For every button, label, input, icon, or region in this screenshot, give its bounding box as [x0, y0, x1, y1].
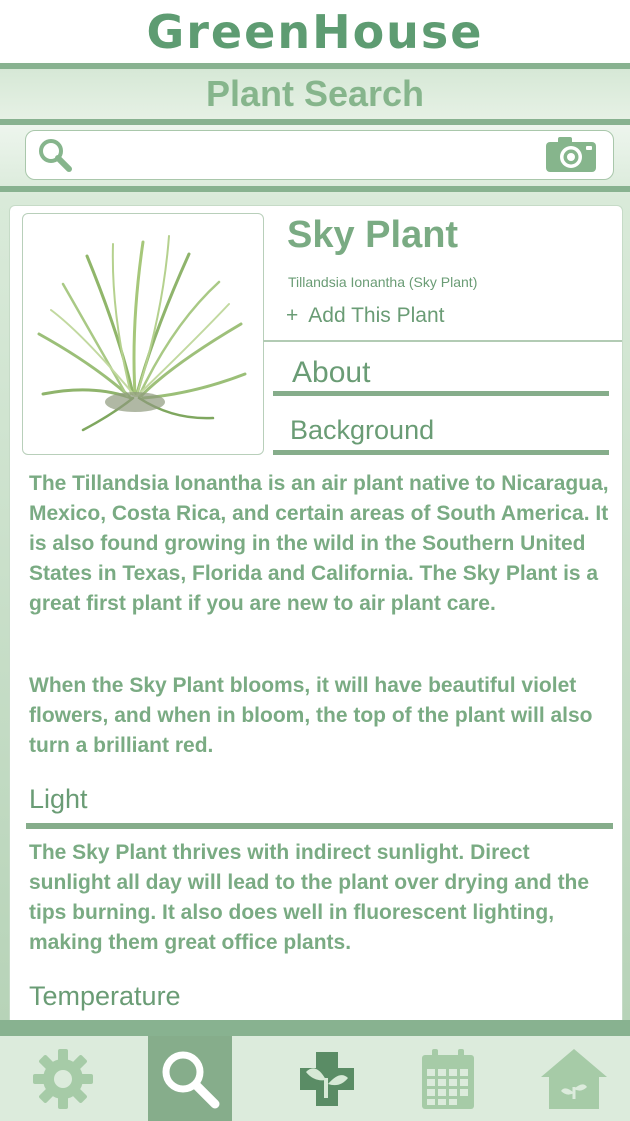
- section-light[interactable]: Light: [29, 784, 88, 815]
- title-band: Plant Search: [0, 69, 630, 119]
- plant-image: [22, 213, 264, 455]
- section-about[interactable]: About: [292, 356, 370, 390]
- tab-settings[interactable]: [0, 1036, 126, 1121]
- search-bar: [25, 130, 614, 180]
- light-rule: [26, 823, 613, 829]
- search-rule: [0, 186, 630, 192]
- bottom-tab-bar: [0, 1020, 630, 1121]
- add-plant-label: Add This Plant: [308, 304, 445, 327]
- light-paragraph: The Sky Plant thrives with indirect sunl…: [29, 841, 590, 954]
- tab-calendar[interactable]: [385, 1036, 511, 1121]
- search-icon[interactable]: [36, 137, 76, 173]
- tab-greenhouse[interactable]: [511, 1036, 630, 1121]
- page-title: Plant Search: [205, 73, 425, 114]
- greenhouse-icon: [541, 1048, 607, 1109]
- plant-detail-card: Sky Plant Tillandsia Ionantha (Sky Plant…: [9, 205, 623, 1027]
- gear-icon: [33, 1048, 93, 1109]
- background-paragraph-2: When the Sky Plant blooms, it will have …: [29, 674, 593, 757]
- background-paragraph-1: The Tillandsia Ionantha is an air plant …: [29, 472, 609, 615]
- camera-icon[interactable]: [544, 135, 598, 175]
- tab-search[interactable]: [148, 1036, 232, 1121]
- search-icon: [162, 1051, 220, 1108]
- about-rule: [273, 391, 609, 396]
- section-background[interactable]: Background: [290, 415, 434, 446]
- plant-name: Sky Plant: [287, 214, 459, 256]
- tab-bar-rule: [0, 1020, 630, 1036]
- plus-icon: +: [286, 304, 299, 327]
- section-temperature[interactable]: Temperature: [29, 981, 181, 1012]
- tab-plant-care[interactable]: [264, 1036, 390, 1121]
- plant-scientific-name: Tillandsia Ionantha (Sky Plant): [288, 274, 478, 290]
- app-logo: GreenHouse: [146, 5, 484, 59]
- search-input[interactable]: [84, 137, 548, 173]
- calendar-icon: [422, 1048, 474, 1109]
- background-rule: [273, 450, 609, 455]
- air-plant-illustration: [37, 235, 247, 432]
- add-plant-button[interactable]: + Add This Plant: [286, 304, 444, 328]
- header-rule-bottom: [0, 119, 630, 125]
- plant-care-icon: [300, 1051, 354, 1106]
- header-divider: [263, 340, 622, 342]
